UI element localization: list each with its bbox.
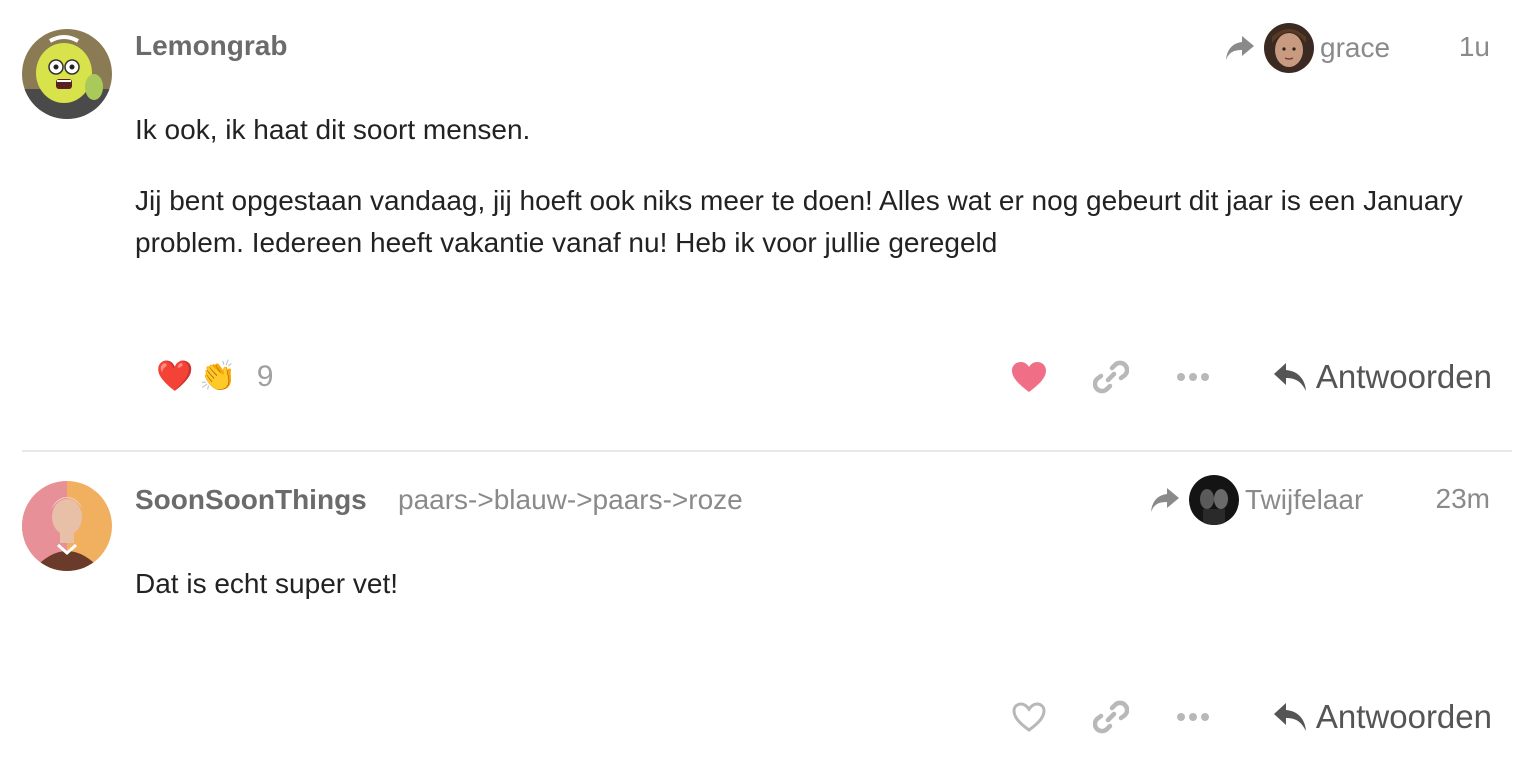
like-button[interactable] xyxy=(1010,698,1048,736)
reaction-count: 9 xyxy=(256,360,274,393)
ellipsis-icon xyxy=(1176,373,1209,381)
reply-button[interactable]: Antwoorden xyxy=(1272,698,1492,736)
lemongrab-avatar[interactable] xyxy=(22,29,112,119)
reply-button-label: Antwoorden xyxy=(1315,698,1492,735)
copy-link-button[interactable] xyxy=(1092,698,1130,736)
post-body: Dat is echt super vet! xyxy=(135,563,1495,634)
heart-reaction-icon: ❤️ xyxy=(156,360,194,393)
heart-filled-icon xyxy=(1011,362,1046,392)
post-actions: Antwoorden xyxy=(1010,692,1492,742)
link-icon xyxy=(1092,700,1129,734)
grace-avatar xyxy=(1264,23,1314,73)
post-body: Ik ook, ik haat dit soort mensen. Jij be… xyxy=(135,109,1495,293)
post-paragraph: Ik ook, ik haat dit soort mensen. xyxy=(135,114,531,145)
ellipsis-icon xyxy=(1176,713,1209,721)
reply-button[interactable]: Antwoorden xyxy=(1272,358,1492,396)
more-options-button[interactable] xyxy=(1174,698,1212,736)
post-paragraph: Jij bent opgestaan vandaag, jij hoeft oo… xyxy=(135,185,1463,258)
clap-reaction-icon: 👏 xyxy=(199,360,237,393)
heart-outline-icon xyxy=(1012,702,1046,732)
reply-to-username: grace xyxy=(1320,32,1391,63)
post-username[interactable]: Lemongrab xyxy=(135,30,287,62)
user-title: paars->blauw->paars->roze xyxy=(398,484,743,515)
reply-icon xyxy=(1273,363,1306,391)
reply-to-tab[interactable]: grace xyxy=(1224,23,1390,73)
more-options-button[interactable] xyxy=(1174,358,1212,396)
post-username[interactable]: SoonSoonThings xyxy=(135,484,367,516)
share-arrow-icon xyxy=(1226,36,1254,60)
post-actions: Antwoorden xyxy=(1010,352,1492,402)
post-lemongrab: Lemongrab grace 1u Ik ook, ik haat dit s… xyxy=(0,0,1536,452)
copy-link-button[interactable] xyxy=(1092,358,1130,396)
like-button[interactable] xyxy=(1010,358,1048,396)
post-paragraph: Dat is echt super vet! xyxy=(135,568,399,599)
post-soonsoonthings: SoonSoonThings paars->blauw->paars->roze… xyxy=(0,452,1536,777)
soonsoonthings-avatar[interactable] xyxy=(22,481,112,571)
link-icon xyxy=(1092,360,1129,394)
reply-icon xyxy=(1273,703,1306,731)
twijfelaar-avatar xyxy=(1189,475,1239,525)
post-date[interactable]: 1u xyxy=(1459,31,1490,63)
reactions-summary[interactable]: ❤️ 👏 9 xyxy=(156,355,273,399)
share-arrow-icon xyxy=(1151,488,1179,512)
post-date[interactable]: 23m xyxy=(1436,483,1490,515)
reply-button-label: Antwoorden xyxy=(1315,358,1492,395)
reply-to-username: Twijfelaar xyxy=(1245,484,1364,515)
reply-to-tab[interactable]: Twijfelaar xyxy=(1149,475,1363,525)
